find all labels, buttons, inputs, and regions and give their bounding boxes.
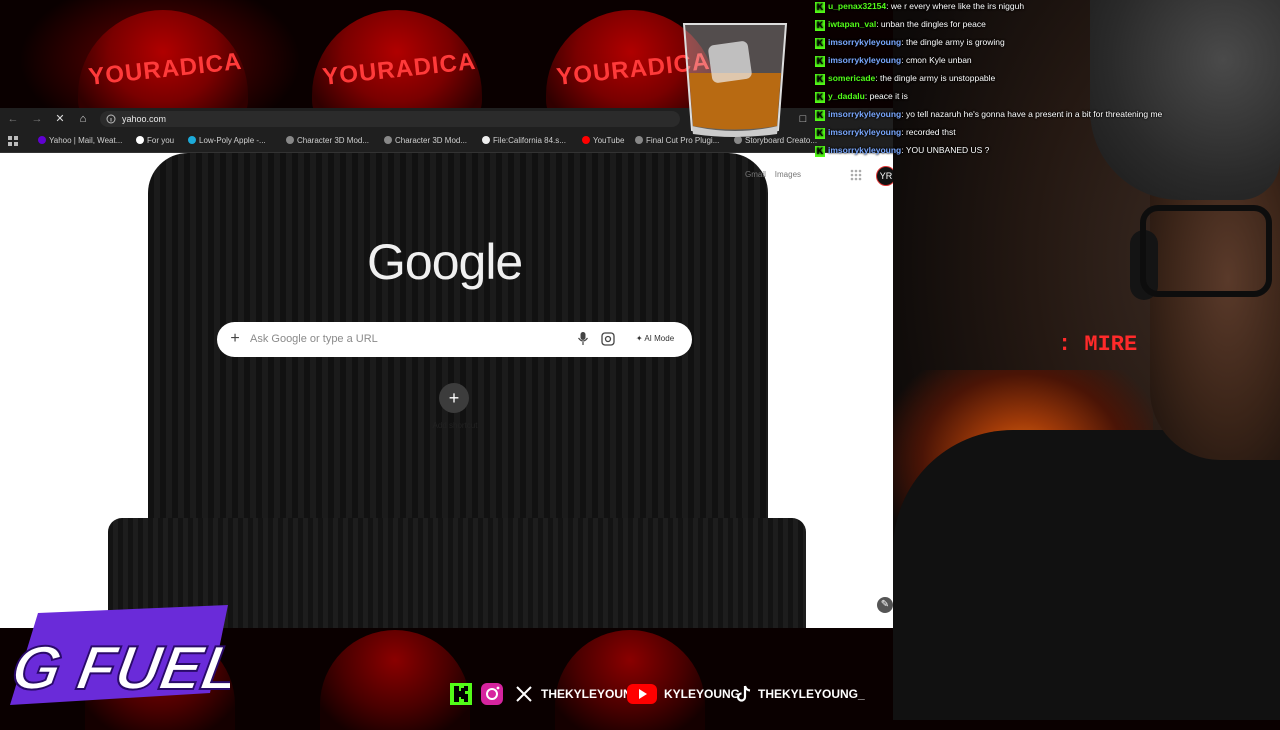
search-input[interactable]: Ask Google or type a URL	[250, 332, 378, 346]
home-icon[interactable]: ⌂	[76, 112, 90, 126]
youtube-handle: KYLEYOUNG	[664, 687, 741, 701]
images-link[interactable]: Images	[775, 170, 801, 179]
globe-icon	[635, 136, 643, 144]
google-apps-icon[interactable]	[850, 169, 862, 181]
kick-badge-icon: K	[815, 110, 825, 121]
profile-avatar[interactable]: YR	[876, 166, 893, 186]
google-lens-icon[interactable]	[601, 332, 615, 346]
extensions-icon[interactable]: □	[796, 112, 810, 126]
chat-message: Kimsorrykyleyoung: YOU UNBANED US ?	[815, 145, 990, 157]
bookmark-character-3d-2[interactable]: Character 3D Mod...	[384, 135, 467, 147]
chat-overlay: Ku_penax32154: we r every where like the…	[815, 0, 1280, 160]
streamer-shirt	[893, 430, 1280, 720]
bookmark-yahoo[interactable]: Yahoo | Mail, Weat...	[38, 135, 122, 147]
search-box[interactable]: + Ask Google or type a URL ✦ AI Mode	[217, 322, 692, 357]
kick-icon	[450, 683, 472, 705]
instagram-icon	[481, 683, 503, 705]
x-icon	[136, 136, 144, 144]
google-logo: Google	[367, 234, 523, 290]
kick-badge-icon: K	[815, 20, 825, 31]
youtube-icon	[582, 136, 590, 144]
address-bar[interactable]: yahoo.com	[100, 111, 680, 127]
stop-icon[interactable]: ✕	[53, 112, 67, 126]
kick-badge-icon: K	[815, 38, 825, 49]
gfuel-logo-text: G FUEL	[10, 633, 230, 702]
streamer-glasses	[1140, 205, 1272, 297]
add-attachment-icon[interactable]: +	[227, 330, 243, 348]
chat-message: Kimsorrykyleyoung: recorded thst	[815, 127, 956, 139]
browser-window: ← → ✕ ⌂ yahoo.com □ Yahoo | Mail, Weat..…	[0, 108, 893, 628]
bookmark-youtube[interactable]: YouTube	[582, 135, 624, 147]
whiskey-glass-image	[682, 23, 788, 137]
chat-message: Ksomericade: the dingle army is unstoppa…	[815, 73, 996, 85]
ntp-top-links: Gmail Images	[745, 170, 801, 179]
chat-message: Kimsorrykyleyoung: cmon Kyle unban	[815, 55, 972, 67]
tiktok-handle: THEKYLEYOUNG_	[758, 687, 865, 701]
ai-mode-button[interactable]: ✦ AI Mode	[627, 329, 683, 349]
add-shortcut-button[interactable]: +	[439, 383, 469, 413]
site-info-icon[interactable]	[106, 114, 116, 124]
bookmark-low-poly-apple[interactable]: Low-Poly Apple -...	[188, 135, 266, 147]
kick-badge-icon: K	[815, 74, 825, 85]
x-icon	[516, 686, 532, 702]
bookmark-california[interactable]: File:California 84.s...	[482, 135, 566, 147]
kick-badge-icon: K	[815, 92, 825, 103]
bookmark-x-for-you[interactable]: For you	[136, 135, 174, 147]
youtube-icon	[627, 684, 657, 704]
customize-pencil-icon[interactable]: ✎	[877, 597, 893, 613]
google-icon	[482, 136, 490, 144]
gmail-link[interactable]: Gmail	[745, 170, 766, 179]
apps-grid-icon[interactable]	[8, 136, 18, 146]
chat-message: Ky_dadalu: peace it is	[815, 91, 908, 103]
led-sign: : MIRE	[1058, 332, 1138, 357]
bookmark-character-3d-1[interactable]: Character 3D Mod...	[286, 135, 369, 147]
gfuel-logo: G FUEL	[10, 605, 230, 705]
add-shortcut-label: Add shortcut	[432, 421, 478, 430]
chat-message: Kiwtapan_val: unban the dingles for peac…	[815, 19, 986, 31]
chat-message: Kimsorrykyleyoung: the dingle army is gr…	[815, 37, 1005, 49]
kick-badge-icon: K	[815, 128, 825, 139]
globe-icon	[286, 136, 294, 144]
socials-bar: THEKYLEYOUNG KYLEYOUNG THEKYLEYOUNG_	[450, 682, 880, 708]
kick-badge-icon: K	[815, 146, 825, 157]
url-text[interactable]: yahoo.com	[122, 112, 166, 126]
chat-message: Kimsorrykyleyoung: yo tell nazaruh he's …	[815, 109, 1163, 121]
kick-badge-icon: K	[815, 56, 825, 67]
globe-icon	[384, 136, 392, 144]
kick-badge-icon: K	[815, 2, 825, 13]
sketchfab-icon	[188, 136, 196, 144]
chat-message: Ku_penax32154: we r every where like the…	[815, 1, 1025, 13]
microphone-icon[interactable]	[577, 332, 589, 346]
tiktok-icon	[736, 685, 751, 702]
forward-icon[interactable]: →	[30, 112, 44, 126]
back-icon[interactable]: ←	[6, 112, 20, 126]
yahoo-icon	[38, 136, 46, 144]
